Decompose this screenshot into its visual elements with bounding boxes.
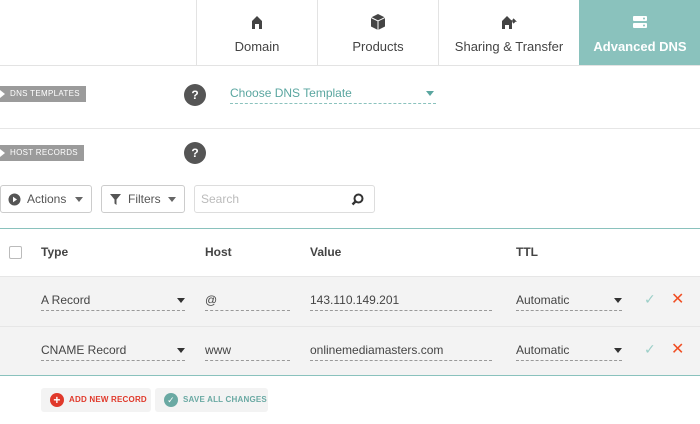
confirm-check-icon[interactable]: ✓ <box>644 341 656 358</box>
host-input[interactable]: @ <box>205 293 290 311</box>
filters-button[interactable]: Filters <box>101 185 185 213</box>
dns-template-select[interactable]: Choose DNS Template <box>230 86 436 104</box>
tab-label: Sharing & Transfer <box>454 39 564 54</box>
dns-templates-label: DNS TEMPLATES <box>0 86 86 102</box>
transfer-icon <box>502 16 517 29</box>
table-row: A Record @ 143.110.149.201 Automatic ✓ ✕ <box>0 276 700 326</box>
tab-label: Products <box>352 39 404 54</box>
filter-icon <box>110 194 121 205</box>
ttl-value: Automatic <box>516 343 570 357</box>
add-new-record-button[interactable]: + ADD NEW RECORD <box>41 388 151 412</box>
save-all-changes-button[interactable]: ✓ SAVE ALL CHANGES <box>155 388 268 412</box>
search-box <box>194 185 375 213</box>
ttl-select[interactable]: Automatic <box>516 343 622 361</box>
chevron-down-icon <box>426 91 434 96</box>
host-value: www <box>205 343 231 357</box>
actions-button[interactable]: Actions <box>0 185 92 213</box>
tab-advanced-dns[interactable]: Advanced DNS <box>579 0 700 65</box>
header-type: Type <box>41 245 69 259</box>
record-type-select[interactable]: CNAME Record <box>41 343 185 361</box>
host-value: @ <box>205 293 218 307</box>
value-text: onlinemediamasters.com <box>310 343 444 357</box>
search-input[interactable] <box>201 192 341 206</box>
select-all-checkbox[interactable] <box>9 246 22 259</box>
play-circle-icon <box>8 193 21 206</box>
table-row: CNAME Record www onlinemediamasters.com … <box>0 326 700 376</box>
value-text: 143.110.149.201 <box>310 293 400 307</box>
confirm-check-icon[interactable]: ✓ <box>644 291 656 308</box>
save-changes-label: SAVE ALL CHANGES <box>183 395 267 404</box>
chevron-down-icon <box>75 197 83 202</box>
record-type-value: CNAME Record <box>41 343 127 357</box>
ttl-value: Automatic <box>516 293 570 307</box>
delete-x-icon[interactable]: ✕ <box>671 289 684 309</box>
chevron-down-icon <box>614 298 622 303</box>
chevron-down-icon <box>168 197 176 202</box>
top-tabs: Domain Products Sharing & Transfer Advan… <box>0 0 700 66</box>
server-icon <box>633 16 647 28</box>
plus-icon: + <box>50 393 64 407</box>
record-type-value: A Record <box>41 293 91 307</box>
tab-label: Domain <box>234 39 280 54</box>
header-host: Host <box>205 245 232 259</box>
actions-label: Actions <box>27 192 67 206</box>
search-icon[interactable] <box>351 193 364 206</box>
dns-templates-help-icon[interactable]: ? <box>184 84 206 106</box>
value-input[interactable]: onlinemediamasters.com <box>310 343 492 361</box>
delete-x-icon[interactable]: ✕ <box>671 339 684 359</box>
header-ttl: TTL <box>516 245 538 259</box>
chevron-down-icon <box>177 298 185 303</box>
host-records-help-icon[interactable]: ? <box>184 142 206 164</box>
box-icon <box>370 14 386 30</box>
dns-template-value: Choose DNS Template <box>230 86 352 100</box>
filters-label: Filters <box>128 192 161 206</box>
ttl-select[interactable]: Automatic <box>516 293 622 311</box>
tab-domain[interactable]: Domain <box>196 0 317 65</box>
tab-sharing-transfer[interactable]: Sharing & Transfer <box>438 0 579 65</box>
tab-label: Advanced DNS <box>593 39 687 54</box>
chevron-down-icon <box>177 348 185 353</box>
host-records-label: HOST RECORDS <box>0 145 84 161</box>
divider <box>0 128 700 129</box>
value-input[interactable]: 143.110.149.201 <box>310 293 492 311</box>
host-input[interactable]: www <box>205 343 290 361</box>
tab-products[interactable]: Products <box>317 0 438 65</box>
header-value: Value <box>310 245 342 259</box>
table-header: Type Host Value TTL <box>0 228 700 276</box>
check-circle-icon: ✓ <box>164 393 178 407</box>
add-record-label: ADD NEW RECORD <box>69 395 147 404</box>
home-icon <box>252 16 262 29</box>
chevron-down-icon <box>614 348 622 353</box>
record-type-select[interactable]: A Record <box>41 293 185 311</box>
